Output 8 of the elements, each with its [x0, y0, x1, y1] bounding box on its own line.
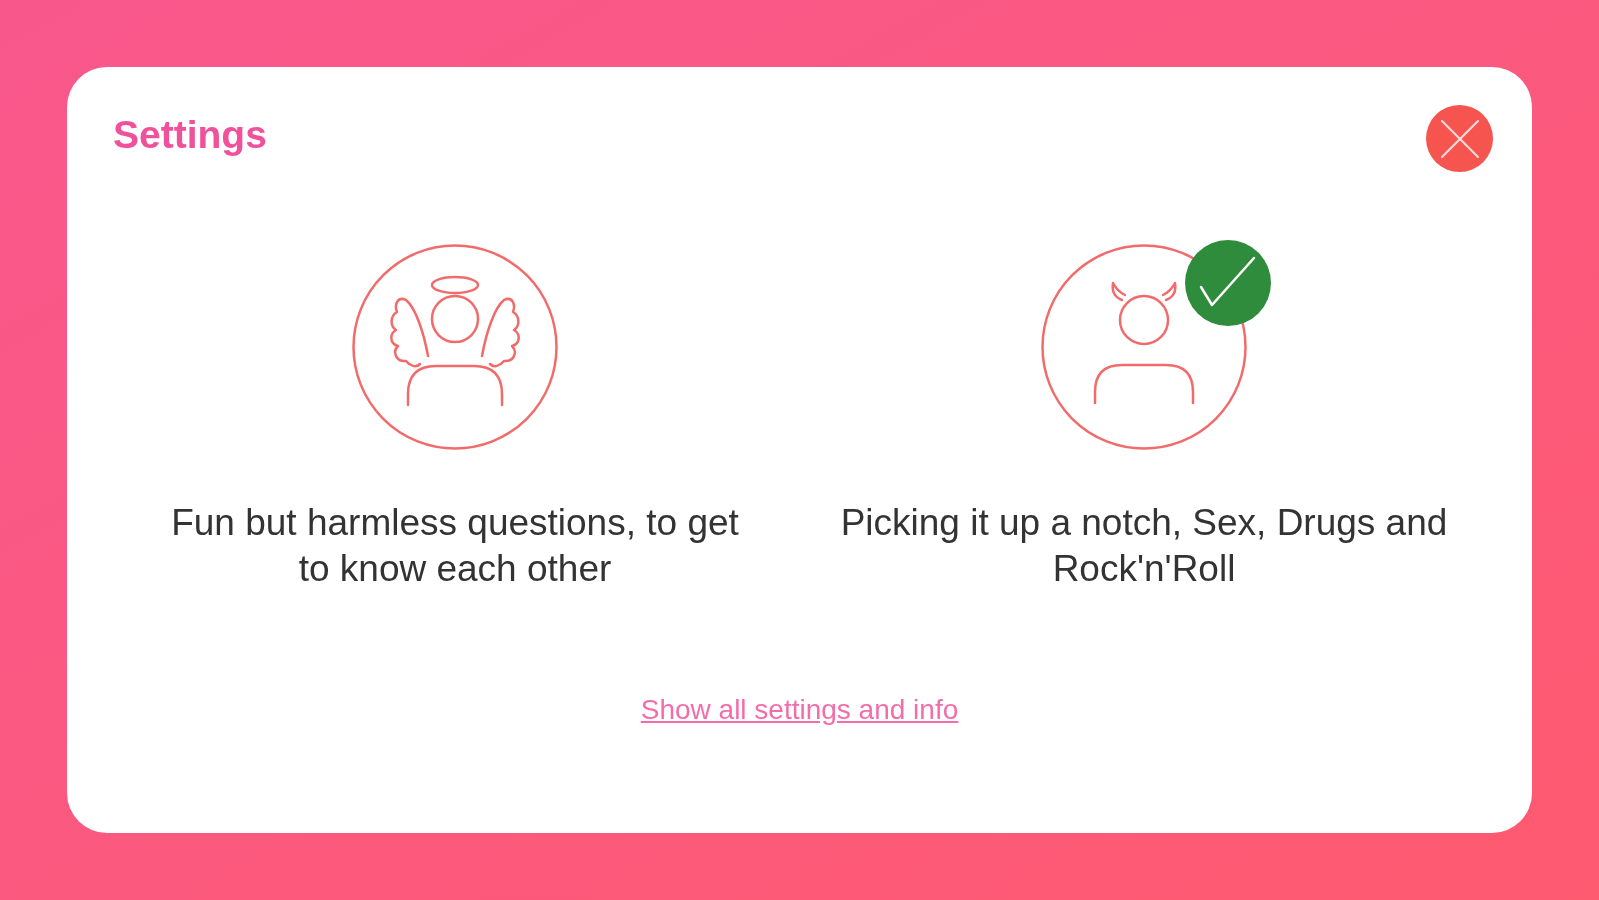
devil-icon[interactable] [1041, 244, 1247, 450]
dialog-title: Settings [113, 115, 267, 154]
option-description: Picking it up a notch, Sex, Drugs and Rock'n'Roll [839, 501, 1449, 591]
option-description: Fun but harmless questions, to get to know each other [170, 501, 740, 591]
settings-link[interactable]: Show all settings and info [640, 694, 959, 726]
angel-icon[interactable] [352, 244, 558, 450]
check-icon [1185, 240, 1271, 326]
close-icon [1440, 119, 1479, 158]
